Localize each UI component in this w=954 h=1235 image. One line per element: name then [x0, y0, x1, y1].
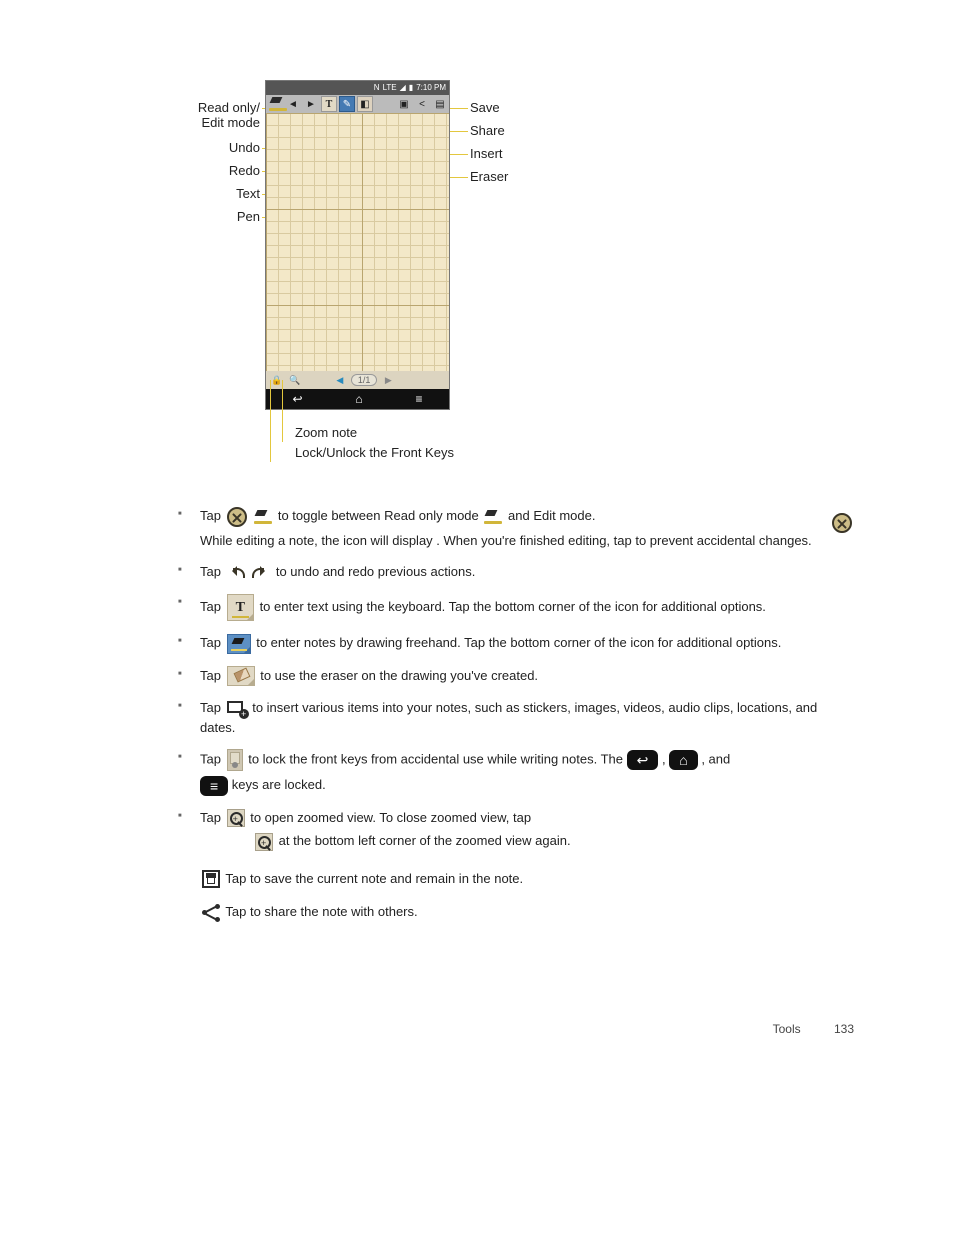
item-insert: Tap + to insert various items into your …: [160, 692, 854, 743]
no-edit-icon: [832, 513, 852, 533]
item-undo-redo: Tap to undo and redo previous actions.: [160, 556, 854, 588]
insert-icon: +: [227, 701, 247, 717]
footer-page: 133: [834, 1022, 854, 1036]
item-zoom: Tap + to open zoomed view. To close zoom…: [160, 802, 854, 857]
label-insert: Insert: [470, 146, 503, 161]
bb-zoom-icon[interactable]: 🔍: [288, 373, 302, 387]
pen-tool-icon: [227, 634, 251, 654]
label-text: Text: [165, 186, 260, 201]
label-redo: Redo: [165, 163, 260, 178]
zoom-icon: +: [255, 833, 273, 851]
item-lock: Tap to lock the front keys from accident…: [160, 743, 854, 802]
item-text: Tap T to enter text using the keyboard. …: [160, 588, 854, 628]
tb-redo-icon[interactable]: ►: [303, 96, 319, 112]
zoom-icon: +: [227, 809, 245, 827]
nav-menu-icon[interactable]: ≡: [416, 392, 423, 406]
redo-icon: [252, 566, 270, 580]
tb-text-icon[interactable]: T: [321, 96, 337, 112]
item-save: Tap to save the current note and remain …: [160, 869, 854, 889]
save-icon: [202, 870, 220, 888]
share-icon: [202, 904, 220, 922]
status-bar: N LTE ◢ ▮ 7:10 PM: [266, 81, 449, 95]
label-pen: Pen: [165, 209, 260, 224]
edit-pencil-icon: [254, 510, 272, 524]
bb-prev-icon[interactable]: ◀: [333, 373, 347, 387]
signal-icon: ◢: [400, 84, 406, 92]
nfc-icon: N: [374, 84, 380, 92]
tb-save-icon[interactable]: ▤: [432, 96, 448, 112]
item-pen: Tap to enter notes by drawing freehand. …: [160, 627, 854, 660]
item-eraser: Tap to use the eraser on the drawing you…: [160, 660, 854, 693]
tb-eraser-icon[interactable]: ◧: [357, 96, 373, 112]
label-undo: Undo: [165, 140, 260, 155]
home-softkey-icon: ⌂: [669, 750, 697, 770]
notebook-figure: Read only/ Edit mode Undo Redo Text Pen …: [170, 80, 690, 475]
network-label: LTE: [383, 84, 397, 92]
tb-edit-icon[interactable]: [267, 96, 283, 112]
back-softkey-icon: ↩: [627, 750, 659, 770]
page-footer: Tools 133: [0, 982, 954, 1076]
label-share: Share: [470, 123, 505, 138]
label-readonly: Read only/ Edit mode: [100, 100, 260, 130]
text-tool-icon: T: [227, 594, 254, 622]
page-counter: 1/1: [351, 374, 378, 386]
item-share: Tap to share the note with others.: [160, 902, 854, 922]
caption-lock: Lock/Unlock the Front Keys: [295, 445, 454, 460]
edit-pencil-icon: [484, 510, 502, 524]
nav-back-icon[interactable]: ↩: [292, 392, 302, 406]
label-save: Save: [470, 100, 500, 115]
tb-share-icon[interactable]: <: [414, 96, 430, 112]
android-navbar: ↩ ⌂ ≡: [266, 389, 449, 409]
tb-pen-icon[interactable]: ✎: [339, 96, 355, 112]
item-readonly-edit: Tap to toggle between Read only mode and…: [160, 500, 854, 556]
tb-insert-icon[interactable]: ▣: [396, 96, 412, 112]
bb-next-icon[interactable]: ▶: [381, 373, 395, 387]
label-eraser: Eraser: [470, 169, 508, 184]
caption-zoom: Zoom note: [295, 425, 357, 440]
footer-section: Tools: [773, 1022, 801, 1036]
no-edit-icon: [227, 507, 247, 527]
notebook-options-list: Tap to toggle between Read only mode and…: [160, 500, 854, 857]
undo-icon: [227, 566, 245, 580]
note-toolbar: ◄ ► T ✎ ◧ ▣ < ▤: [266, 95, 449, 113]
tb-undo-icon[interactable]: ◄: [285, 96, 301, 112]
status-time: 7:10 PM: [416, 84, 446, 92]
battery-icon: ▮: [409, 84, 413, 92]
nav-home-icon[interactable]: ⌂: [355, 392, 362, 406]
phone-mock: N LTE ◢ ▮ 7:10 PM ◄ ► T ✎ ◧ ▣ < ▤ 🔒: [265, 80, 450, 410]
eraser-tool-icon: [227, 666, 255, 686]
menu-softkey-icon: ≡: [200, 776, 228, 796]
lock-icon: [227, 749, 243, 771]
note-canvas[interactable]: [266, 113, 449, 371]
bottom-toolbar: 🔒 🔍 ◀ 1/1 ▶: [266, 371, 449, 389]
